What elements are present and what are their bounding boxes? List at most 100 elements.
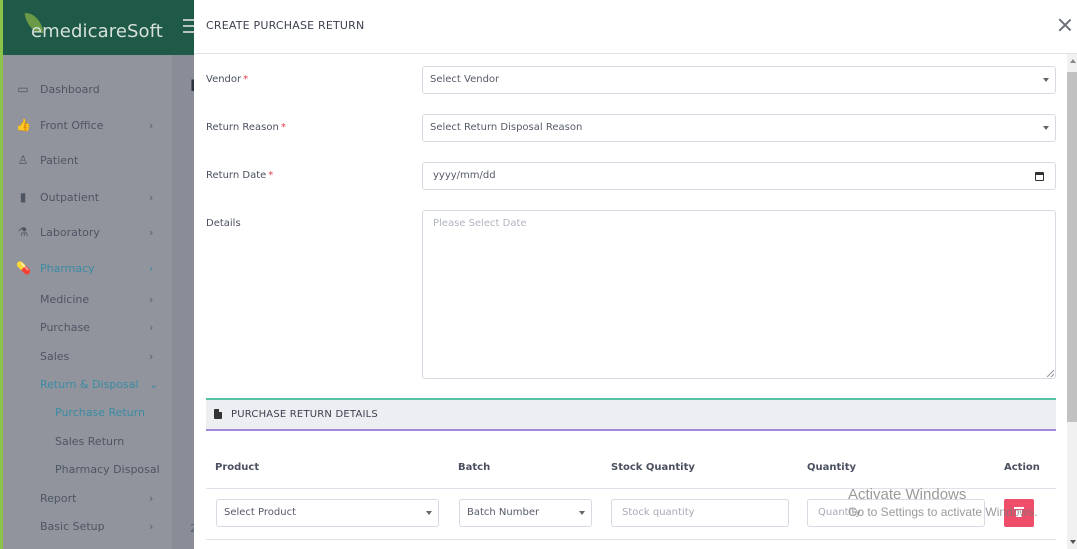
thumbs-up-icon: 👍 bbox=[16, 118, 31, 132]
column-header-product: Product bbox=[215, 462, 260, 473]
modal-header: CREATE PURCHASE RETURN bbox=[194, 0, 1077, 54]
sidebar-item-pharmacy[interactable]: 💊 Pharmacy › bbox=[3, 253, 172, 283]
vendor-label: Vendor * bbox=[206, 74, 248, 85]
chevron-right-icon: › bbox=[149, 225, 154, 239]
column-header-stock-quantity: Stock Quantity bbox=[611, 462, 695, 473]
chevron-right-icon: › bbox=[149, 349, 154, 363]
sidebar-item-label: Sales Return bbox=[55, 434, 125, 448]
sidebar-item-report[interactable]: Report › bbox=[3, 483, 172, 513]
sidebar-item-label: Front Office bbox=[40, 118, 104, 132]
sidebar-item-purchase-return[interactable]: Purchase Return bbox=[3, 397, 172, 427]
sidebar-item-label: Sales bbox=[40, 349, 70, 363]
stock-quantity-input[interactable]: Stock quantity bbox=[611, 499, 789, 527]
batch-select-value: Batch Number bbox=[467, 507, 540, 518]
return-date-input[interactable]: yyyy/mm/dd bbox=[422, 162, 1056, 190]
sidebar-item-outpatient[interactable]: ▮ Outpatient › bbox=[3, 182, 172, 212]
sidebar-item-label: Pharmacy bbox=[40, 261, 95, 275]
table-divider bbox=[206, 539, 1056, 540]
required-mark: * bbox=[243, 74, 249, 85]
stock-quantity-placeholder: Stock quantity bbox=[622, 507, 695, 518]
scroll-up-icon[interactable] bbox=[1070, 59, 1076, 63]
sidebar-item-label: Purchase Return bbox=[55, 405, 145, 419]
caret-down-icon bbox=[1043, 126, 1049, 130]
sidebar-item-label: Pharmacy Disposal bbox=[55, 462, 160, 476]
close-icon[interactable] bbox=[1056, 16, 1074, 34]
details-placeholder: Please Select Date bbox=[433, 218, 527, 229]
prescription-file-icon: ▮ bbox=[19, 190, 27, 204]
delete-row-button[interactable] bbox=[1004, 499, 1034, 527]
chevron-right-icon: › bbox=[149, 261, 154, 275]
sidebar-item-label: Outpatient bbox=[40, 190, 100, 204]
product-select-value: Select Product bbox=[224, 507, 296, 518]
user-icon: ♙ bbox=[17, 153, 29, 167]
batch-select[interactable]: Batch Number bbox=[459, 499, 592, 527]
required-mark: * bbox=[268, 170, 274, 181]
sidebar-item-label: Laboratory bbox=[40, 225, 100, 239]
brand-logo: emedicareSoft bbox=[0, 0, 172, 55]
return-reason-select[interactable]: Select Return Disposal Reason bbox=[422, 114, 1056, 142]
required-mark: * bbox=[280, 122, 286, 133]
brand-name: emedicareSoft bbox=[31, 21, 163, 42]
caret-down-icon bbox=[1043, 78, 1049, 82]
purchase-return-details-header: PURCHASE RETURN DETAILS bbox=[206, 398, 1056, 431]
table-divider bbox=[206, 488, 1056, 489]
scroll-down-icon[interactable] bbox=[1070, 540, 1076, 544]
product-select[interactable]: Select Product bbox=[216, 499, 439, 527]
sidebar-item-label: Return & Disposal bbox=[40, 377, 139, 391]
monitor-icon: ▭ bbox=[17, 82, 29, 96]
sidebar-item-label: Patient bbox=[40, 153, 79, 167]
sidebar-item-sales[interactable]: Sales › bbox=[3, 341, 172, 371]
sidebar-item-basic-setup[interactable]: Basic Setup › bbox=[3, 511, 172, 541]
sidebar-item-label: Dashboard bbox=[40, 82, 100, 96]
chevron-down-icon: ⌄ bbox=[149, 377, 159, 391]
sidebar-item-front-office[interactable]: 👍 Front Office › bbox=[3, 110, 172, 140]
return-date-label: Return Date * bbox=[206, 170, 273, 181]
details-textarea[interactable]: Please Select Date bbox=[422, 210, 1056, 379]
sidebar-item-label: Report bbox=[40, 491, 77, 505]
column-header-quantity: Quantity bbox=[807, 462, 856, 473]
trash-icon bbox=[1014, 507, 1024, 517]
resize-handle-icon[interactable] bbox=[1047, 370, 1054, 377]
sidebar-item-medicine[interactable]: Medicine › bbox=[3, 284, 172, 314]
scrollbar-thumb[interactable] bbox=[1067, 72, 1077, 422]
flask-icon: ⚗ bbox=[17, 225, 29, 239]
chevron-right-icon: › bbox=[149, 519, 154, 533]
vendor-select[interactable]: Select Vendor bbox=[422, 66, 1056, 94]
quantity-placeholder: Quantity bbox=[818, 507, 862, 518]
sidebar-item-label: Basic Setup bbox=[40, 519, 105, 533]
chevron-right-icon: › bbox=[149, 320, 154, 334]
modal-title: CREATE PURCHASE RETURN bbox=[206, 19, 365, 32]
details-label: Details bbox=[206, 218, 241, 229]
calendar-icon[interactable] bbox=[1035, 172, 1044, 181]
sidebar-item-pharmacy-disposal[interactable]: Pharmacy Disposal bbox=[3, 454, 172, 484]
sidebar-item-return-disposal[interactable]: Return & Disposal ⌄ bbox=[3, 369, 172, 399]
chevron-right-icon: › bbox=[149, 118, 154, 132]
section-title: PURCHASE RETURN DETAILS bbox=[231, 409, 378, 420]
column-header-batch: Batch bbox=[458, 462, 491, 473]
vendor-label-text: Vendor bbox=[206, 74, 242, 85]
sidebar-item-purchase[interactable]: Purchase › bbox=[3, 312, 172, 342]
sidebar-item-label: Purchase bbox=[40, 320, 90, 334]
file-icon bbox=[214, 409, 222, 419]
sidebar-item-sales-return[interactable]: Sales Return bbox=[3, 426, 172, 456]
quantity-input[interactable]: Quantity bbox=[807, 499, 985, 527]
sidebar: ▭ Dashboard 👍 Front Office › ♙ Patient ▮… bbox=[0, 55, 172, 549]
sidebar-item-label: Medicine bbox=[40, 292, 90, 306]
pills-icon: 💊 bbox=[16, 261, 31, 275]
column-header-action: Action bbox=[1004, 462, 1040, 473]
modal-scrollbar[interactable] bbox=[1067, 54, 1077, 549]
sidebar-item-dashboard[interactable]: ▭ Dashboard bbox=[3, 74, 172, 104]
vendor-select-value: Select Vendor bbox=[430, 74, 500, 85]
return-date-placeholder: yyyy/mm/dd bbox=[433, 170, 496, 181]
sidebar-item-patient[interactable]: ♙ Patient bbox=[3, 145, 172, 175]
chevron-right-icon: › bbox=[149, 190, 154, 204]
return-reason-label-text: Return Reason bbox=[206, 122, 279, 133]
chevron-right-icon: › bbox=[149, 491, 154, 505]
caret-down-icon bbox=[426, 511, 432, 515]
create-purchase-return-modal: CREATE PURCHASE RETURN Vendor * Select Ve… bbox=[194, 0, 1077, 549]
chevron-right-icon: › bbox=[149, 292, 154, 306]
sidebar-item-laboratory[interactable]: ⚗ Laboratory › bbox=[3, 217, 172, 247]
return-reason-select-value: Select Return Disposal Reason bbox=[430, 122, 583, 133]
return-reason-label: Return Reason * bbox=[206, 122, 286, 133]
caret-down-icon bbox=[579, 511, 585, 515]
